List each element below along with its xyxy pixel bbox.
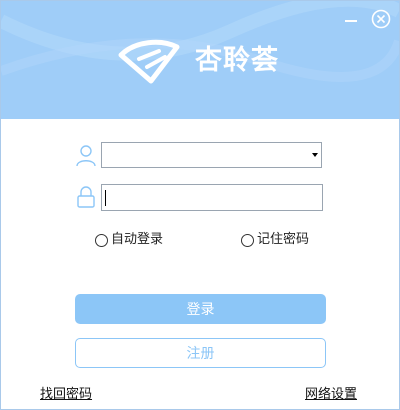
- close-circle-icon: [371, 9, 391, 29]
- auto-login-label: 自动登录: [111, 232, 164, 247]
- remember-password-radio[interactable]: [241, 233, 254, 247]
- auto-login-option[interactable]: 自动登录: [95, 231, 163, 249]
- forgot-password-link[interactable]: 找回密码: [40, 386, 92, 404]
- login-button[interactable]: 登录: [75, 294, 326, 324]
- auto-login-radio[interactable]: [95, 233, 108, 247]
- header-banner: 杏聆荟: [1, 1, 399, 119]
- remember-password-option[interactable]: 记住密码: [241, 231, 309, 249]
- network-settings-link[interactable]: 网络设置: [305, 386, 357, 404]
- brand-name: 杏聆荟: [195, 45, 279, 76]
- user-icon: [76, 145, 96, 167]
- lock-icon: [77, 186, 95, 208]
- password-field[interactable]: [101, 184, 323, 211]
- remember-password-label: 记住密码: [257, 232, 310, 247]
- chevron-down-icon[interactable]: [312, 153, 318, 157]
- account-dropdown[interactable]: [101, 142, 322, 168]
- minimize-button[interactable]: [343, 9, 359, 25]
- login-window: 杏聆荟 自动登录 记住密码 登录 注册 找回密码 网络设置: [0, 0, 400, 410]
- close-button[interactable]: [371, 9, 391, 29]
- register-button[interactable]: 注册: [75, 338, 326, 368]
- wing-logo-icon: [118, 39, 180, 84]
